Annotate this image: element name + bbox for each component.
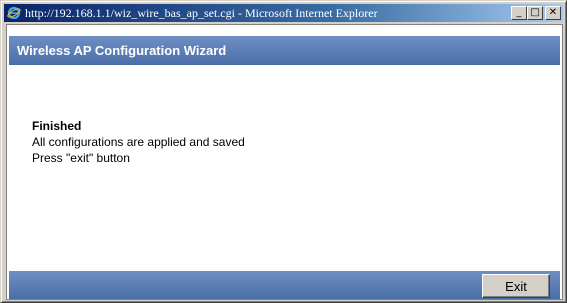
close-icon: ✕ xyxy=(548,7,558,18)
message-line-exit: Press "exit" button xyxy=(32,151,130,165)
wizard-message: Finished All configurations are applied … xyxy=(32,118,245,166)
message-line-saved: All configurations are applied and saved xyxy=(32,135,245,149)
window-controls: _ □ ✕ xyxy=(511,6,561,20)
exit-button[interactable]: Exit xyxy=(482,274,550,298)
title-bar[interactable]: http://192.168.1.1/wiz_wire_bas_ap_set.c… xyxy=(4,4,563,22)
maximize-button[interactable]: □ xyxy=(527,6,543,20)
minimize-icon: _ xyxy=(516,7,522,18)
wizard-header: Wireless AP Configuration Wizard xyxy=(9,36,560,65)
wizard-title: Wireless AP Configuration Wizard xyxy=(17,43,227,58)
page-content: Wireless AP Configuration Wizard Finishe… xyxy=(6,24,563,300)
close-button[interactable]: ✕ xyxy=(545,6,561,20)
status-heading: Finished xyxy=(32,119,82,133)
window-title: http://192.168.1.1/wiz_wire_bas_ap_set.c… xyxy=(25,5,378,20)
internet-explorer-icon xyxy=(6,5,22,21)
minimize-button[interactable]: _ xyxy=(511,6,527,20)
browser-window: http://192.168.1.1/wiz_wire_bas_ap_set.c… xyxy=(0,0,567,303)
wizard-footer: Exit xyxy=(9,271,560,299)
maximize-icon: □ xyxy=(530,7,540,18)
